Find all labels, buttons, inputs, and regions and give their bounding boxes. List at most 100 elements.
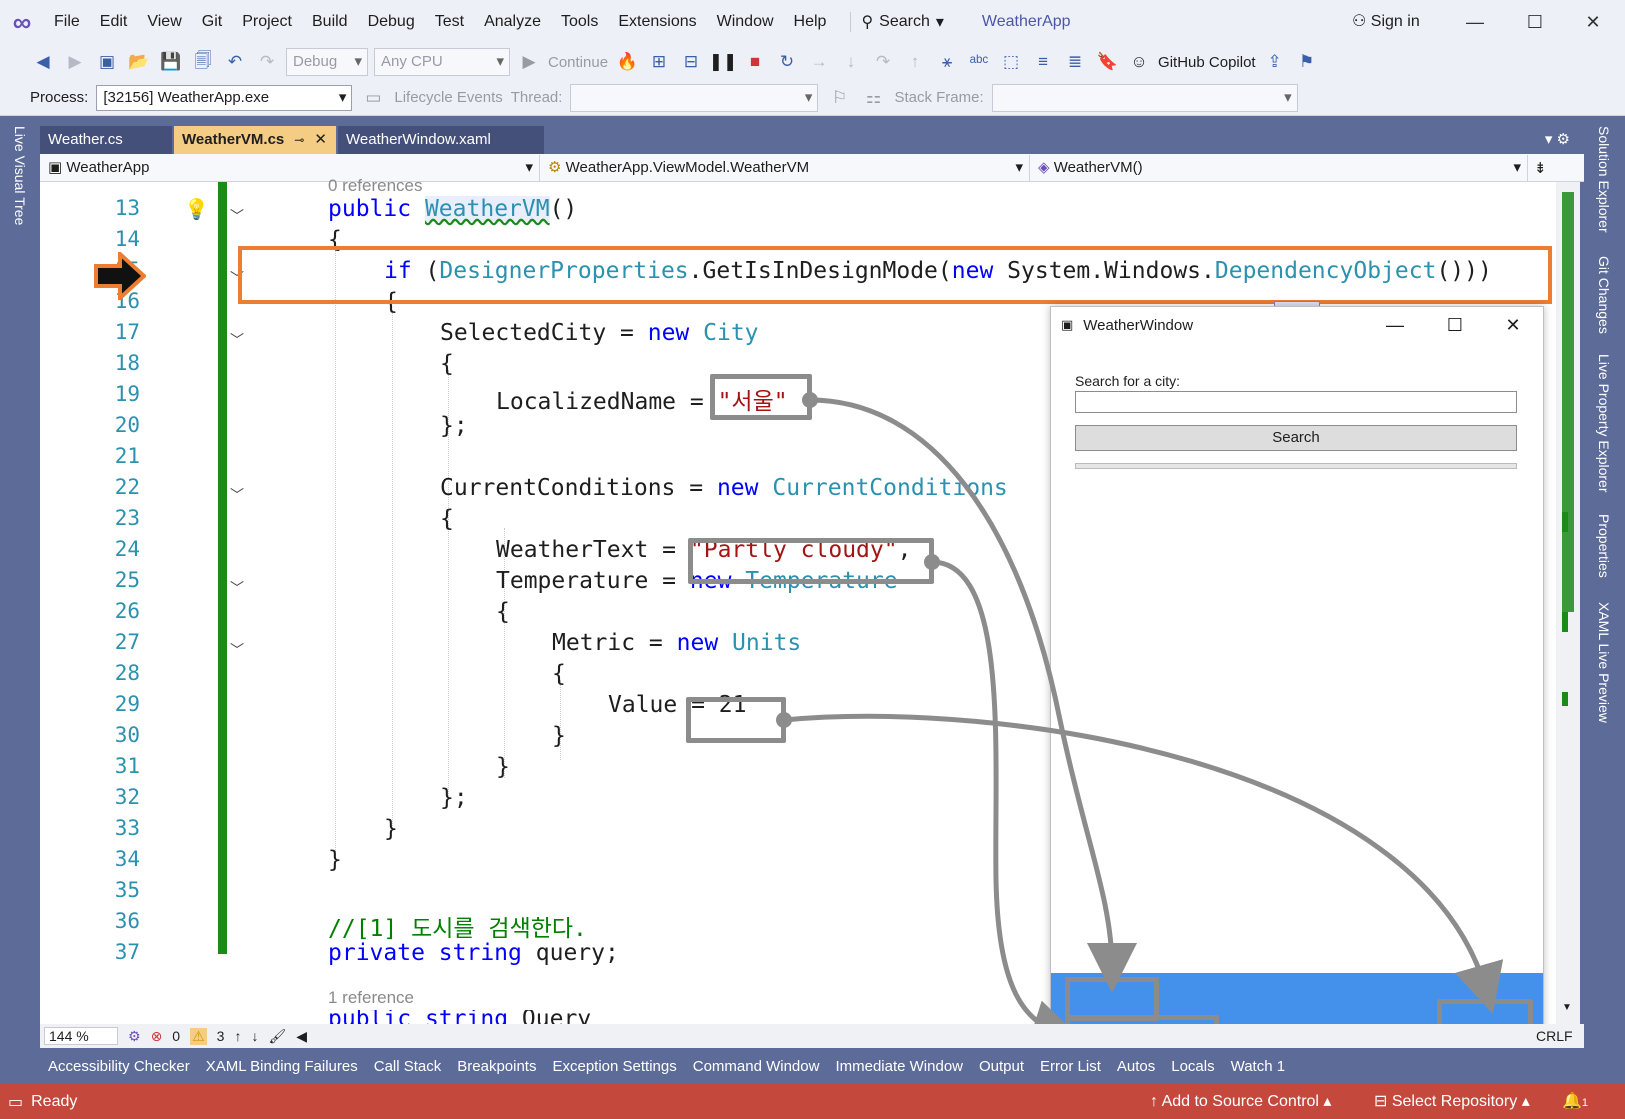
tab-weather-cs[interactable]: Weather.cs	[40, 126, 172, 154]
type-dropdown[interactable]: ⚙ WeatherApp.ViewModel.WeatherVM	[540, 154, 1030, 181]
save-all-icon[interactable]: 🗐	[190, 49, 216, 75]
xaml-tool-icon[interactable]: ⬚	[998, 49, 1024, 75]
tab-accessibility-checker[interactable]: Accessibility Checker	[40, 1058, 198, 1075]
continue-button[interactable]: Continue	[548, 54, 608, 71]
thread-select[interactable]	[570, 83, 819, 112]
menu-analyze[interactable]: Analyze	[474, 0, 551, 44]
new-project-icon[interactable]: ▣	[94, 49, 120, 75]
platform-select[interactable]: Any CPU	[374, 48, 510, 76]
comment-icon[interactable]: ≡	[1030, 49, 1056, 75]
next-issue-icon[interactable]: ↓	[251, 1028, 258, 1044]
redo-icon[interactable]: ↷	[254, 49, 280, 75]
tab-weatherwindow-xaml[interactable]: WeatherWindow.xaml	[338, 126, 544, 154]
project-dropdown[interactable]: ▣ WeatherApp	[40, 154, 540, 181]
tab-immediate-window[interactable]: Immediate Window	[827, 1058, 971, 1075]
tab-autos[interactable]: Autos	[1109, 1058, 1163, 1075]
codelens-references[interactable]: 0 references	[328, 176, 423, 196]
stack-frame-select[interactable]	[991, 83, 1298, 112]
close-button[interactable]: ✕	[1568, 0, 1618, 44]
hot-reload-icon[interactable]: 🔥	[614, 49, 640, 75]
warning-count[interactable]: 3	[217, 1028, 225, 1044]
flag-thread-icon[interactable]: ⚐	[826, 85, 852, 111]
restart-icon[interactable]: ↻	[774, 49, 800, 75]
pin-icon[interactable]: ⊸	[294, 126, 304, 154]
add-to-source-control-button[interactable]: ↑ Add to Source Control ▴	[1150, 1084, 1331, 1119]
member-dropdown[interactable]: ◈ WeatherVM()	[1030, 154, 1528, 181]
save-icon[interactable]: 💾	[158, 49, 184, 75]
live-property-explorer-tab[interactable]: Live Property Explorer	[1596, 354, 1612, 493]
editor-vertical-scrollbar[interactable]: ▼	[1556, 182, 1580, 1024]
undo-icon[interactable]: ↶	[222, 49, 248, 75]
output-icon[interactable]: ▭	[8, 1092, 23, 1112]
scroll-thumb[interactable]	[1562, 192, 1574, 612]
feedback-icon[interactable]: ⚑	[1294, 49, 1320, 75]
tab-command-window[interactable]: Command Window	[685, 1058, 828, 1075]
line-ending-label[interactable]: CRLF	[1536, 1028, 1573, 1044]
uncomment-icon[interactable]: ≣	[1062, 49, 1088, 75]
menu-git[interactable]: Git	[192, 0, 232, 44]
preview-maximize-button[interactable]: ☐	[1429, 307, 1481, 343]
github-copilot-button[interactable]: GitHub Copilot	[1158, 54, 1256, 71]
error-count[interactable]: 0	[172, 1028, 180, 1044]
select-repository-button[interactable]: ⊟ Select Repository ▴	[1374, 1084, 1530, 1119]
share-icon[interactable]: ⇪	[1262, 49, 1288, 75]
scroll-left-icon[interactable]: ◀	[296, 1028, 307, 1045]
search-box[interactable]: ⚲ Search ▾	[850, 12, 953, 32]
preview-close-button[interactable]: ✕	[1487, 307, 1539, 343]
menu-test[interactable]: Test	[425, 0, 474, 44]
collapse-icon[interactable]: ﹀	[230, 206, 244, 226]
codelens-references[interactable]: 1 reference	[328, 988, 414, 1008]
menu-help[interactable]: Help	[784, 0, 837, 44]
stop-icon[interactable]: ■	[742, 49, 768, 75]
live-visual-tree-tab[interactable]: Live Visual Tree	[12, 126, 28, 225]
zoom-select[interactable]: 144 %	[44, 1027, 118, 1045]
menu-debug[interactable]: Debug	[358, 0, 425, 44]
layout-icon[interactable]: ⊟	[678, 49, 704, 75]
spell-check-icon[interactable]: ᵃᵇᶜ	[966, 49, 992, 75]
tab-xaml-binding-failures[interactable]: XAML Binding Failures	[198, 1058, 366, 1075]
diagnostics-icon[interactable]: ⚹	[934, 49, 960, 75]
city-search-input[interactable]	[1075, 391, 1517, 413]
open-folder-icon[interactable]: 📂	[126, 49, 152, 75]
tab-watch-1[interactable]: Watch 1	[1223, 1058, 1293, 1075]
tab-breakpoints[interactable]: Breakpoints	[449, 1058, 544, 1075]
tab-weathervm-cs[interactable]: WeatherVM.cs ⊸ ✕	[174, 126, 336, 154]
navigate-forward-icon[interactable]: ▶	[62, 49, 88, 75]
threads-icon[interactable]: ⚏	[860, 85, 886, 111]
sign-in-button[interactable]: ⚇ Sign in	[1352, 0, 1420, 44]
menu-file[interactable]: File	[44, 0, 90, 44]
bookmark-icon[interactable]: 🔖	[1094, 49, 1120, 75]
preview-minimize-button[interactable]: —	[1369, 307, 1421, 343]
ai-icon[interactable]: ⚙	[128, 1028, 141, 1045]
lightbulb-icon[interactable]: 💡	[184, 197, 209, 222]
search-button[interactable]: Search	[1075, 425, 1517, 451]
menu-edit[interactable]: Edit	[90, 0, 138, 44]
solution-explorer-tab[interactable]: Solution Explorer	[1596, 126, 1612, 233]
git-changes-tab[interactable]: Git Changes	[1596, 256, 1612, 334]
menu-extensions[interactable]: Extensions	[608, 0, 706, 44]
configuration-select[interactable]: Debug	[286, 48, 368, 76]
collapse-icon[interactable]: ﹀	[230, 485, 244, 505]
notifications-button[interactable]: 🔔1	[1562, 1084, 1588, 1119]
previous-issue-icon[interactable]: ↑	[234, 1028, 241, 1044]
tab-overflow-icon[interactable]: ▾ ⚙	[1545, 126, 1584, 154]
lifecycle-events-icon[interactable]: ▭	[360, 85, 386, 111]
lifecycle-events-button[interactable]: Lifecycle Events	[394, 89, 502, 106]
menu-tools[interactable]: Tools	[551, 0, 608, 44]
browse-icon[interactable]: ⊞	[646, 49, 672, 75]
copilot-icon[interactable]: ☺	[1126, 49, 1152, 75]
tab-output[interactable]: Output	[971, 1058, 1032, 1075]
split-editor-icon[interactable]: ⇟	[1528, 159, 1547, 177]
show-next-statement-icon[interactable]: →	[806, 49, 832, 75]
step-out-icon[interactable]: ↑	[902, 49, 928, 75]
pause-icon[interactable]: ❚❚	[709, 49, 738, 75]
continue-icon[interactable]: ▶	[516, 49, 542, 75]
tab-error-list[interactable]: Error List	[1032, 1058, 1109, 1075]
error-icon[interactable]: ⊗	[151, 1028, 163, 1045]
minimize-button[interactable]: —	[1450, 0, 1500, 44]
tab-call-stack[interactable]: Call Stack	[366, 1058, 450, 1075]
menu-build[interactable]: Build	[302, 0, 358, 44]
step-over-icon[interactable]: ↷	[870, 49, 896, 75]
tab-exception-settings[interactable]: Exception Settings	[544, 1058, 684, 1075]
maximize-button[interactable]: ☐	[1510, 0, 1560, 44]
